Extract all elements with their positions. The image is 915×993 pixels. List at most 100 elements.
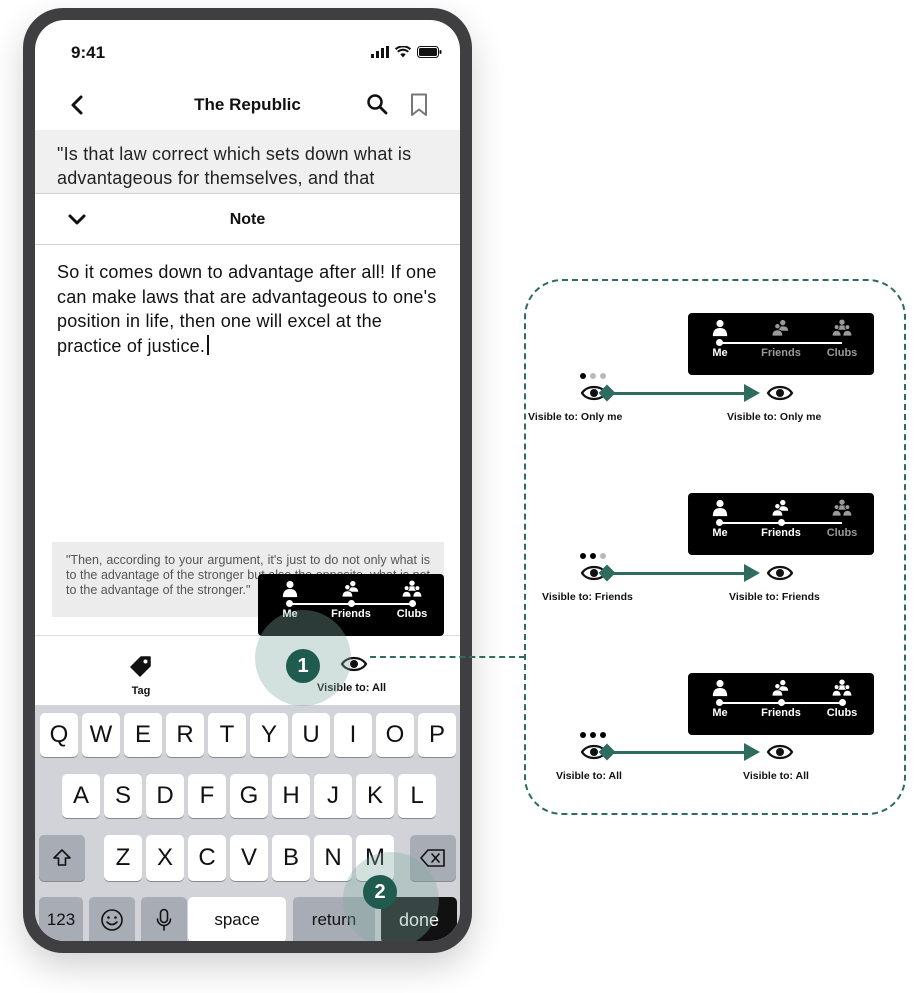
option-clubs-label: Clubs bbox=[826, 707, 858, 719]
group-icon bbox=[831, 499, 853, 517]
dictation-key[interactable] bbox=[141, 897, 187, 941]
tag-label: Tag bbox=[131, 685, 151, 697]
transition-arrow bbox=[744, 564, 760, 582]
from-label: Visible to: All bbox=[556, 770, 622, 782]
person-icon bbox=[712, 319, 728, 337]
to-label: Visible to: Only me bbox=[727, 411, 822, 423]
eye-icon bbox=[766, 385, 794, 401]
slider-dot bbox=[716, 699, 723, 706]
text-caret bbox=[207, 334, 210, 355]
tag-icon bbox=[130, 656, 151, 677]
friends-icon bbox=[771, 679, 789, 697]
annotation-connector bbox=[370, 656, 525, 658]
phone-screen: 9:41 The Republic "Is that law correct w… bbox=[35, 20, 460, 941]
bookmark-icon[interactable] bbox=[407, 92, 431, 118]
group-icon bbox=[831, 679, 853, 697]
eye-icon bbox=[766, 744, 794, 760]
friends-icon bbox=[771, 319, 789, 337]
step-badge-2: 2 bbox=[363, 875, 397, 909]
option-clubs: Clubs bbox=[810, 319, 874, 359]
option-friends: Friends bbox=[749, 319, 813, 359]
key-r[interactable]: R bbox=[166, 713, 204, 757]
key-a[interactable]: A bbox=[62, 774, 100, 818]
eye-icon bbox=[766, 565, 794, 581]
key-l[interactable]: L bbox=[398, 774, 436, 818]
signal-icon bbox=[371, 46, 389, 58]
friends-icon bbox=[771, 499, 789, 517]
key-g[interactable]: G bbox=[230, 774, 268, 818]
from-label: Visible to: Only me bbox=[528, 411, 623, 423]
option-me-label: Me bbox=[712, 707, 728, 719]
key-i[interactable]: I bbox=[334, 713, 372, 757]
book-title: The Republic bbox=[194, 95, 301, 114]
key-y[interactable]: Y bbox=[250, 713, 288, 757]
key-b[interactable]: B bbox=[272, 835, 310, 881]
key-d[interactable]: D bbox=[146, 774, 184, 818]
search-icon[interactable] bbox=[365, 92, 389, 116]
note-sheet-title: Note bbox=[229, 211, 266, 228]
note-text: So it comes down to advantage after all!… bbox=[57, 262, 437, 356]
slider-dot bbox=[778, 699, 785, 706]
note-text-area[interactable]: So it comes down to advantage after all!… bbox=[57, 260, 447, 358]
visibility-popup-only-me: Me Friends Clubs bbox=[688, 313, 874, 375]
emoji-key[interactable] bbox=[89, 897, 135, 941]
from-label: Visible to: Friends bbox=[542, 591, 633, 603]
visibility-popup-all: Me Friends Clubs bbox=[688, 673, 874, 735]
numbers-key[interactable]: 123 bbox=[39, 897, 83, 941]
group-icon bbox=[401, 580, 423, 598]
transition-line bbox=[606, 751, 746, 754]
person-icon bbox=[712, 679, 728, 697]
key-c[interactable]: C bbox=[188, 835, 226, 881]
group-icon bbox=[831, 319, 853, 337]
option-friends-label: Friends bbox=[761, 347, 801, 359]
key-u[interactable]: U bbox=[292, 713, 330, 757]
key-h[interactable]: H bbox=[272, 774, 310, 818]
slider-dot[interactable] bbox=[286, 600, 293, 607]
key-o[interactable]: O bbox=[376, 713, 414, 757]
note-toolbar: Tag Visible to: All bbox=[35, 635, 460, 705]
transition-arrow bbox=[744, 384, 760, 402]
slider-dot[interactable] bbox=[409, 600, 416, 607]
key-k[interactable]: K bbox=[356, 774, 394, 818]
book-excerpt: "Is that law correct which sets down wha… bbox=[35, 130, 460, 194]
collapse-chevron-icon[interactable] bbox=[65, 208, 89, 232]
person-icon bbox=[712, 499, 728, 517]
friends-icon bbox=[341, 580, 359, 598]
space-key[interactable]: space bbox=[188, 897, 286, 941]
slider-track bbox=[718, 342, 842, 344]
key-s[interactable]: S bbox=[104, 774, 142, 818]
key-z[interactable]: Z bbox=[104, 835, 142, 881]
key-t[interactable]: T bbox=[208, 713, 246, 757]
key-q[interactable]: Q bbox=[40, 713, 78, 757]
option-friends-label: Friends bbox=[761, 527, 801, 539]
key-w[interactable]: W bbox=[82, 713, 120, 757]
shift-key[interactable] bbox=[39, 835, 85, 881]
key-p[interactable]: P bbox=[418, 713, 456, 757]
tag-button[interactable]: Tag bbox=[125, 656, 157, 697]
option-clubs: Clubs bbox=[810, 499, 874, 539]
slider-dot[interactable] bbox=[348, 600, 355, 607]
visibility-level-dots bbox=[580, 373, 606, 379]
option-clubs-label: Clubs bbox=[826, 527, 858, 539]
key-v[interactable]: V bbox=[230, 835, 268, 881]
slider-dot bbox=[778, 519, 785, 526]
slider-dot bbox=[716, 519, 723, 526]
key-j[interactable]: J bbox=[314, 774, 352, 818]
status-bar: 9:41 bbox=[35, 20, 460, 80]
note-sheet-header: Note bbox=[35, 193, 460, 245]
key-f[interactable]: F bbox=[188, 774, 226, 818]
status-time: 9:41 bbox=[71, 43, 106, 62]
key-n[interactable]: N bbox=[314, 835, 352, 881]
slider-dot bbox=[716, 339, 723, 346]
key-x[interactable]: X bbox=[146, 835, 184, 881]
key-e[interactable]: E bbox=[124, 713, 162, 757]
person-icon bbox=[282, 580, 298, 598]
visibility-popup-friends: Me Friends Clubs bbox=[688, 493, 874, 555]
option-me-label: Me bbox=[712, 347, 728, 359]
visibility-option-clubs-label: Clubs bbox=[396, 608, 428, 620]
phone-frame: 9:41 The Republic "Is that law correct w… bbox=[23, 8, 472, 953]
option-me-label: Me bbox=[712, 527, 728, 539]
emoji-icon bbox=[101, 909, 123, 931]
visibility-level-dots bbox=[580, 732, 606, 738]
back-chevron-icon[interactable] bbox=[65, 92, 91, 118]
